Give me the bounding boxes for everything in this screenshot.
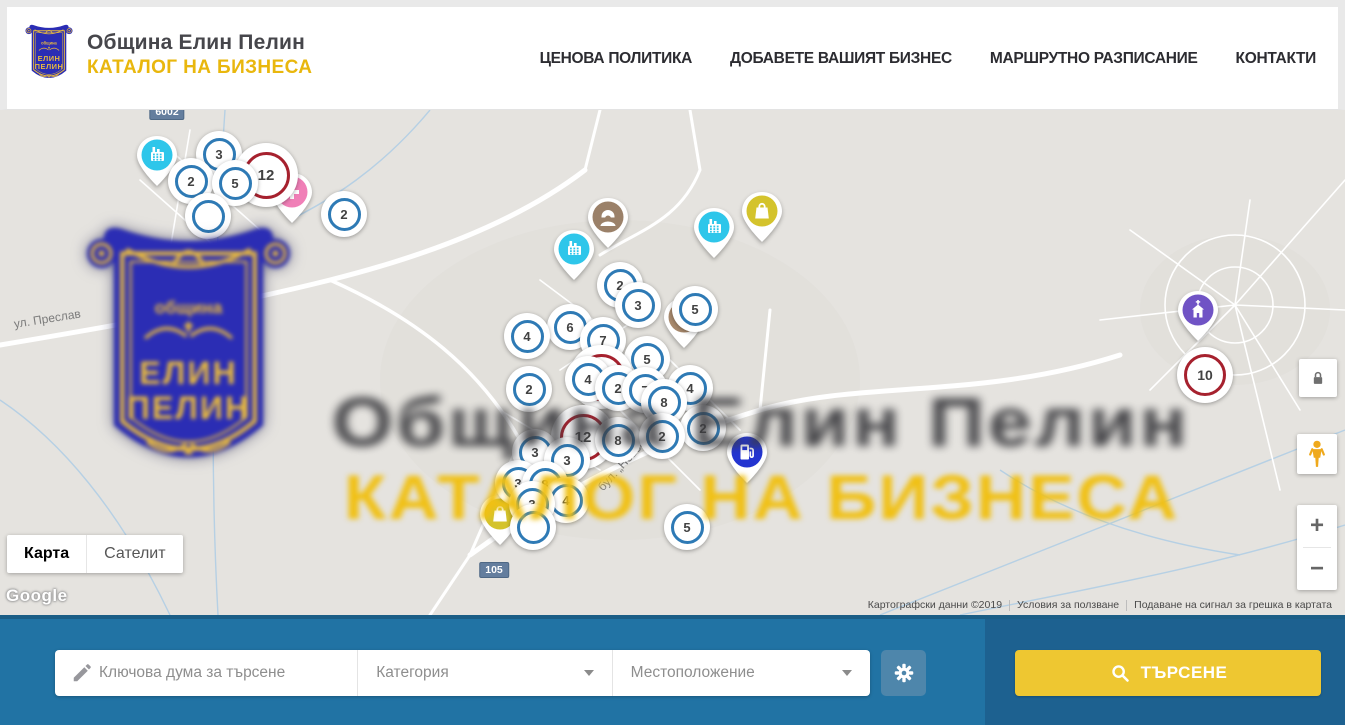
search-button[interactable]: ТЪРСЕНЕ [1015,650,1321,696]
zoom-out-button[interactable]: − [1297,548,1337,590]
cluster-count: 2 [687,412,720,445]
svg-text:община: община [41,41,57,46]
nav-item-3[interactable]: КОНТАКТИ [1236,50,1316,68]
keyword-search-input[interactable] [99,664,357,682]
cluster-marker[interactable]: 2 [321,191,367,237]
category-dropdown-label: Категория [358,664,583,682]
cluster-count: 8 [602,424,635,457]
church-pin[interactable] [1176,290,1220,343]
cluster-marker[interactable]: 5 [664,504,710,550]
cluster-marker[interactable] [510,504,556,550]
business-catalog-page: община ЕЛИН ПЕЛИН Община Елин Пелин КАТА… [0,0,1345,725]
search-input-group: Категория Местоположение [55,650,870,696]
pencil-icon [71,662,93,684]
cluster-count [192,200,225,233]
cluster-count: 4 [511,320,544,353]
factory-pin[interactable] [552,229,596,282]
cluster-marker[interactable]: 8 [595,417,641,463]
search-bar: Категория Местоположение [0,615,1345,725]
main-nav: ЦЕНОВА ПОЛИТИКА ДОБАВЕТЕ ВАШИЯТ БИЗНЕС МАР… [540,7,1316,110]
gear-icon [892,661,916,685]
site-title: Община Елин Пелин [87,31,312,55]
search-icon [1109,662,1131,684]
nav-item-0[interactable]: ЦЕНОВА ПОЛИТИКА [540,50,692,68]
shopping-bag-pin[interactable] [740,191,784,244]
cluster-marker[interactable]: 3 [615,282,661,328]
category-dropdown[interactable]: Категория [357,650,611,696]
chevron-down-icon [584,670,594,676]
satellite-button[interactable]: Сателит [86,535,182,573]
svg-text:ЕЛИН: ЕЛИН [38,54,61,63]
map-button[interactable]: Карта [7,535,86,573]
factory-pin[interactable] [692,207,736,260]
cluster-count: 5 [679,293,712,326]
cluster-count: 2 [513,373,546,406]
cluster-marker[interactable]: 2 [639,413,685,459]
road-badge: 6002 [149,110,184,120]
zoom-control: + − [1297,505,1337,590]
municipality-emblem-icon: община ЕЛИН ПЕЛИН [25,22,73,88]
cluster-count: 3 [622,289,655,322]
pegman-icon [1304,439,1330,469]
search-button-label: ТЪРСЕНЕ [1141,663,1228,683]
cluster-marker[interactable]: 2 [680,405,726,451]
map-type-control: Карта Сателит [7,535,183,573]
attribution-text: Картографски данни ©2019 [861,599,1009,611]
attribution-link[interactable]: Условия за ползване [1010,599,1126,611]
location-dropdown[interactable]: Местоположение [612,650,870,696]
attribution-link[interactable]: Подаване на сигнал за грешка в картата [1127,599,1339,611]
fuel-pin[interactable] [725,432,769,485]
google-logo[interactable]: Google [6,586,68,606]
location-dropdown-label: Местоположение [613,664,842,682]
cluster-marker[interactable]: 2 [506,366,552,412]
google-map[interactable]: община ЕЛИН ПЕЛИН Община Елин Пелин КАТА… [0,110,1345,615]
cluster-marker[interactable] [185,193,231,239]
cluster-count: 2 [328,198,361,231]
nav-item-1[interactable]: ДОБАВЕТЕ ВАШИЯТ БИЗНЕС [730,50,952,68]
zoom-in-button[interactable]: + [1297,505,1337,547]
cluster-count: 10 [1184,354,1226,396]
cluster-count: 5 [671,511,704,544]
keyword-section [55,650,357,696]
lock-button[interactable] [1299,359,1337,397]
site-logo[interactable]: община ЕЛИН ПЕЛИН Община Елин Пелин КАТА… [25,22,312,88]
site-subtitle: КАТАЛОГ НА БИЗНЕСА [87,57,312,79]
svg-text:ПЕЛИН: ПЕЛИН [35,62,64,71]
cluster-marker[interactable]: 4 [504,313,550,359]
lock-icon [1308,368,1328,388]
advanced-search-button[interactable] [881,650,926,696]
cluster-count: 5 [219,167,252,200]
map-attribution: Картографски данни ©2019Условия за ползв… [861,599,1339,611]
cluster-count [517,511,550,544]
nav-item-2[interactable]: МАРШРУТНО РАЗПИСАНИЕ [990,50,1198,68]
street-view-pegman-button[interactable] [1297,434,1337,474]
cluster-count: 2 [646,420,679,453]
cluster-marker[interactable]: 10 [1177,347,1233,403]
chevron-down-icon [842,670,852,676]
cluster-marker[interactable]: 5 [672,286,718,332]
header: община ЕЛИН ПЕЛИН Община Елин Пелин КАТА… [0,0,1345,110]
road-badge: 105 [479,562,509,578]
